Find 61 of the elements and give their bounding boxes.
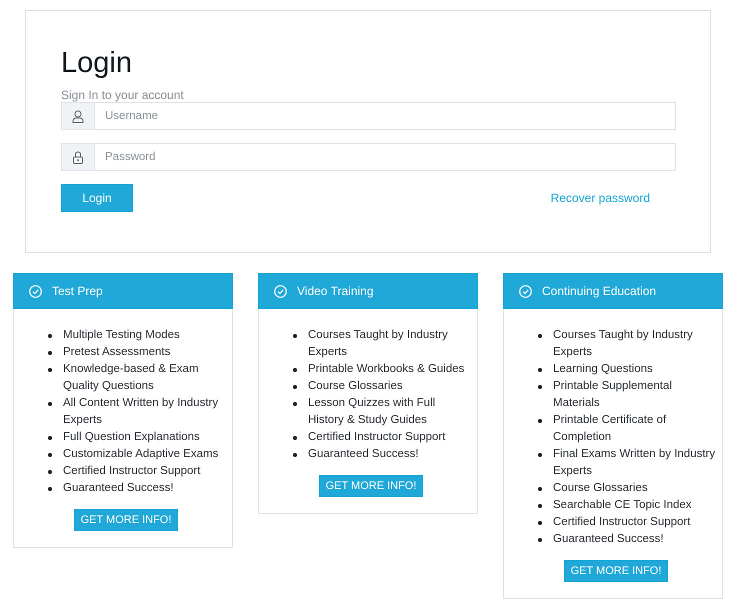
- user-icon: [72, 110, 84, 122]
- feature-text: Printable Workbooks & Guides: [308, 362, 464, 377]
- bullet-icon: [48, 334, 52, 338]
- feature-text: Course Glossaries: [553, 481, 648, 496]
- feature-text: Pretest Assessments: [63, 345, 170, 360]
- bullet-icon: [48, 436, 52, 440]
- check-circle-icon: [29, 284, 42, 298]
- bullet-icon: [293, 402, 297, 406]
- card-title: Continuing Education: [542, 284, 656, 298]
- feature-text: All Content Written by Industry Experts: [63, 396, 220, 428]
- more-info-button[interactable]: GET MORE INFO!: [564, 560, 668, 582]
- feature-text: Courses Taught by Industry Experts: [308, 328, 449, 360]
- card-title: Test Prep: [52, 284, 103, 298]
- feature-text: Printable Supplemental Materials: [553, 379, 673, 411]
- bullet-icon: [293, 436, 297, 440]
- bullet-icon: [293, 368, 297, 372]
- bullet-icon: [48, 453, 52, 457]
- bullet-icon: [48, 368, 52, 372]
- bullet-icon: [538, 487, 542, 491]
- bullet-icon: [48, 351, 52, 355]
- feature-text: Guaranteed Success!: [63, 481, 174, 496]
- bullet-icon: [538, 385, 542, 389]
- feature-text: Learning Questions: [553, 362, 653, 377]
- bullet-icon: [293, 453, 297, 457]
- feature-text: Lesson Quizzes with Full History & Study Guides: [308, 396, 436, 428]
- bullet-icon: [538, 453, 542, 457]
- check-circle-icon: [519, 284, 532, 298]
- bullet-icon: [538, 419, 542, 423]
- login-button[interactable]: Login: [61, 184, 133, 212]
- login-subtitle: Sign In to your account: [61, 88, 185, 102]
- bullet-icon: [48, 487, 52, 491]
- bullet-icon: [48, 402, 52, 406]
- bullet-icon: [538, 538, 542, 542]
- login-title: Login: [61, 46, 133, 81]
- bullet-icon: [293, 385, 297, 389]
- feature-text: Guaranteed Success!: [308, 447, 419, 462]
- lock-icon: [73, 150, 83, 164]
- card-title: Video Training: [297, 284, 374, 298]
- feature-text: Courses Taught by Industry Experts: [553, 328, 694, 360]
- feature-text: Full Question Explanations: [63, 430, 200, 445]
- feature-text: Certified Instructor Support: [553, 515, 690, 530]
- feature-text: Printable Certificate of Completion: [553, 413, 668, 445]
- feature-text: Certified Instructor Support: [308, 430, 446, 445]
- bullet-icon: [538, 334, 542, 338]
- bullet-icon: [538, 368, 542, 372]
- feature-text: Customizable Adaptive Exams: [63, 447, 218, 462]
- more-info-button[interactable]: GET MORE INFO!: [74, 509, 178, 531]
- more-info-button[interactable]: GET MORE INFO!: [318, 475, 424, 497]
- check-circle-icon: [274, 284, 287, 298]
- feature-text: Multiple Testing Modes: [63, 328, 180, 343]
- bullet-icon: [538, 504, 542, 508]
- bullet-icon: [48, 470, 52, 474]
- feature-text: Course Glossaries: [308, 379, 403, 394]
- bullet-icon: [538, 521, 542, 525]
- feature-text: Guaranteed Success!: [553, 532, 664, 547]
- feature-text: Final Exams Written by Industry Experts: [553, 447, 716, 479]
- recover-password-link[interactable]: Recover password: [550, 191, 650, 205]
- feature-text: Searchable CE Topic Index: [553, 498, 692, 513]
- feature-text: Certified Instructor Support: [63, 464, 200, 479]
- feature-text: Knowledge-based & Exam Quality Questions: [63, 362, 200, 394]
- bullet-icon: [293, 334, 297, 338]
